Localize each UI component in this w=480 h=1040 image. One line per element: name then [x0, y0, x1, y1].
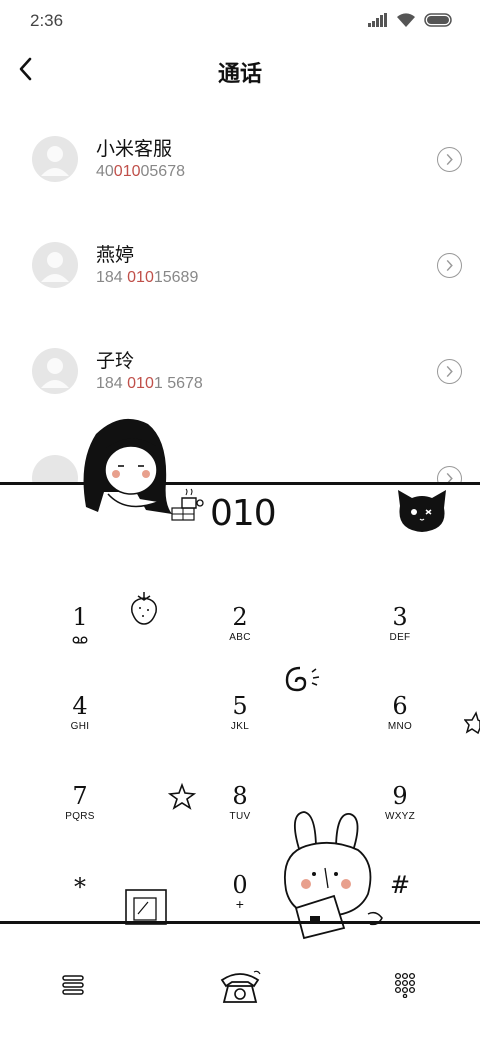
contact-number: 4001005678: [96, 163, 185, 180]
divider-line: [0, 921, 480, 924]
contact-number: 184 01015689: [96, 269, 199, 286]
contact-number: 184 0101 5678: [96, 375, 203, 392]
menu-icon[interactable]: [62, 974, 84, 996]
avatar: [32, 242, 78, 288]
swirl-icon: [285, 666, 320, 692]
status-icons: [368, 12, 454, 28]
contact-row[interactable]: 子玲 184 0101 5678: [0, 348, 480, 428]
contact-detail-button[interactable]: [437, 359, 462, 384]
key-7[interactable]: 7 PQRS: [20, 782, 140, 852]
person-icon: [41, 358, 69, 388]
contact-row[interactable]: 小米客服 4001005678: [0, 136, 480, 216]
strawberry-icon: [131, 592, 157, 625]
star-doodle-icon: [168, 782, 197, 810]
contact-row[interactable]: 燕婷 184 01015689: [0, 242, 480, 322]
contact-name: 子玲: [96, 350, 135, 372]
tv-doodle-icon: [125, 889, 167, 925]
keypad-icon[interactable]: [394, 972, 416, 998]
status-bar: 2:36: [0, 0, 480, 40]
key-1[interactable]: 1: [20, 603, 140, 673]
wifi-icon: [397, 13, 415, 27]
key-5[interactable]: 5 JKL: [180, 692, 300, 762]
contact-name: 小米客服: [96, 138, 173, 160]
key-6[interactable]: 6 MNO: [340, 692, 460, 762]
coffee-cup-icon: [171, 488, 204, 521]
voicemail-icon: [72, 636, 88, 644]
person-icon: [41, 252, 69, 282]
contact-detail-button[interactable]: [437, 253, 462, 278]
page-title: 通话: [217, 62, 262, 87]
header: 通话: [0, 48, 480, 92]
signal-icon: [368, 13, 387, 27]
person-icon: [41, 146, 69, 176]
star-doodle-icon: [464, 711, 480, 735]
key-4[interactable]: 4 GHI: [20, 692, 140, 762]
key-3[interactable]: 3 DEF: [340, 603, 460, 673]
dial-display[interactable]: 010: [210, 493, 277, 534]
telephone-icon[interactable]: [218, 966, 262, 1006]
contact-detail-button[interactable]: [437, 147, 462, 172]
avatar: [32, 136, 78, 182]
status-time: 2:36: [30, 11, 64, 30]
avatar: [32, 348, 78, 394]
girl-doodle-icon: [83, 418, 172, 514]
contact-name: 燕婷: [96, 244, 135, 266]
dialer-pad: 010 1 2 ABC 3 DEF 4 GHI 5 JKL 6 MNO 7 PQ…: [0, 482, 480, 1040]
black-cat-icon: [398, 490, 446, 532]
battery-icon: [424, 13, 452, 27]
